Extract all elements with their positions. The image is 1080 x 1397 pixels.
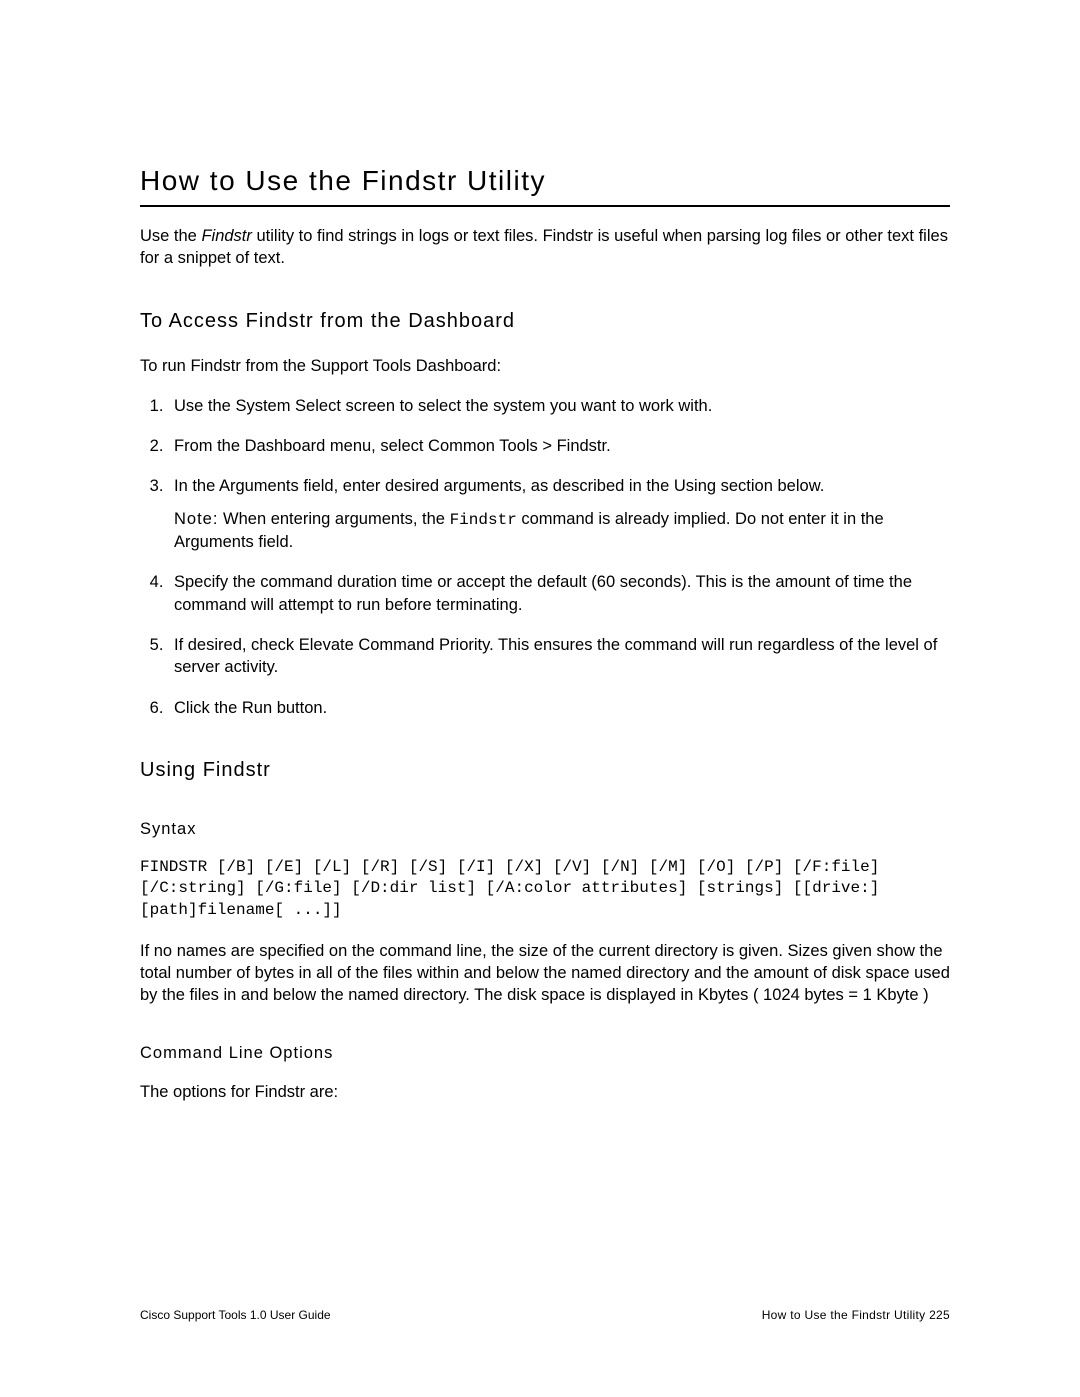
step-5: If desired, check Elevate Command Priori… xyxy=(168,634,950,679)
footer-right: How to Use the Findstr Utility 225 xyxy=(762,1308,950,1322)
note-text-before: When entering arguments, the xyxy=(218,510,449,528)
section1-intro: To run Findstr from the Support Tools Da… xyxy=(140,355,950,377)
document-page: How to Use the Findstr Utility Use the F… xyxy=(0,0,1080,1397)
note-code: Findstr xyxy=(450,511,517,529)
cli-options-intro: The options for Findstr are: xyxy=(140,1081,950,1103)
page-title: How to Use the Findstr Utility xyxy=(140,165,950,199)
syntax-paragraph: If no names are specified on the command… xyxy=(140,940,950,1007)
steps-list: Use the System Select screen to select t… xyxy=(140,395,950,719)
footer-left: Cisco Support Tools 1.0 User Guide xyxy=(140,1308,331,1322)
intro-text-prefix: Use the xyxy=(140,227,201,245)
intro-text-suffix: utility to find strings in logs or text … xyxy=(140,227,948,267)
step-3-note: Note: When entering arguments, the Finds… xyxy=(174,508,950,554)
step-3: In the Arguments field, enter desired ar… xyxy=(168,475,950,553)
note-label: Note: xyxy=(174,510,218,528)
step-6: Click the Run button. xyxy=(168,697,950,719)
page-footer: Cisco Support Tools 1.0 User Guide How t… xyxy=(140,1308,950,1322)
syntax-heading: Syntax xyxy=(140,820,950,839)
step-2: From the Dashboard menu, select Common T… xyxy=(168,435,950,457)
step-3-text: In the Arguments field, enter desired ar… xyxy=(174,477,824,495)
intro-emphasis: Findstr xyxy=(201,227,251,245)
title-rule xyxy=(140,205,950,207)
intro-paragraph: Use the Findstr utility to find strings … xyxy=(140,225,950,270)
syntax-block: FINDSTR [/B] [/E] [/L] [/R] [/S] [/I] [/… xyxy=(140,857,950,922)
step-1: Use the System Select screen to select t… xyxy=(168,395,950,417)
step-4: Specify the command duration time or acc… xyxy=(168,571,950,616)
cli-options-heading: Command Line Options xyxy=(140,1044,950,1063)
section-heading-access: To Access Findstr from the Dashboard xyxy=(140,310,950,333)
section-heading-using: Using Findstr xyxy=(140,759,950,782)
